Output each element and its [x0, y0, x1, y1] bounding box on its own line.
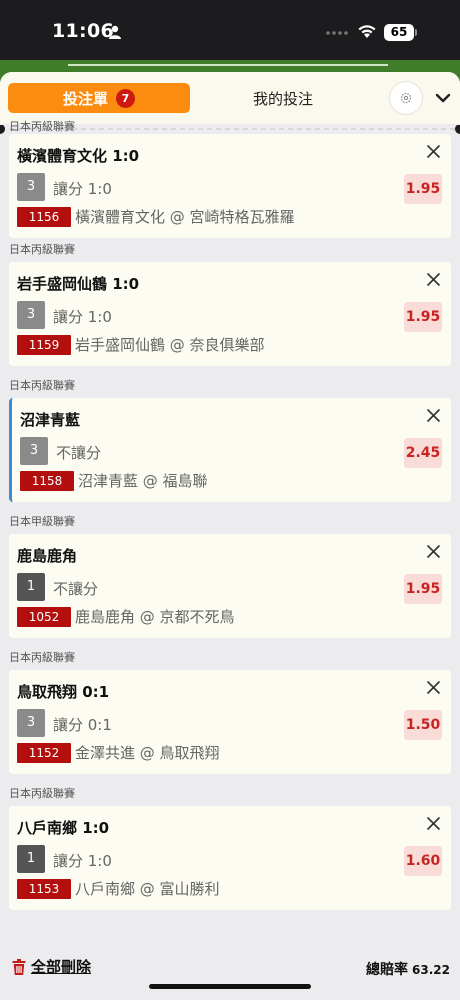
league-label: 日本丙級聯賽 [9, 379, 75, 392]
total-odds-label: 總賠率 [366, 962, 409, 978]
bet-title: 鳥取飛翔 0:1 [17, 683, 110, 701]
close-icon[interactable] [426, 408, 441, 423]
bet-number-badge: 3 [20, 437, 48, 465]
bet-number-badge: 3 [17, 173, 45, 201]
bet-title: 鹿島鹿角 [17, 547, 78, 565]
bet-card-active: 沼津青藍 3 不讓分 1158 沼津青藍 @ 福島聯 2.45 [9, 398, 451, 502]
league-label: 日本丙級聯賽 [9, 787, 75, 800]
bet-slip-panel: 投注單 7 我的投注 日本丙級聯賽 橫濱體育文化 1:0 3 讓分 1:0 1 1 [0, 72, 460, 1000]
person-icon [109, 25, 121, 39]
odds-value[interactable]: 2.45 [404, 438, 442, 468]
delete-all-label: 全部刪除 [31, 958, 92, 976]
match-code: 1152 [17, 743, 71, 763]
bet-title: 八戶南鄉 1:0 [17, 819, 110, 837]
league-label: 日本甲級聯賽 [9, 515, 75, 528]
close-icon[interactable] [426, 680, 441, 695]
bet-market: 不讓分 [53, 580, 99, 598]
wifi-icon [358, 25, 376, 38]
bet-card: 岩手盛岡仙鶴 1:0 3 讓分 1:0 1159 岩手盛岡仙鶴 @ 奈良俱樂部 … [9, 262, 451, 366]
bet-market: 讓分 1:0 [53, 308, 112, 326]
settings-icon [400, 92, 412, 104]
match-code: 1052 [17, 607, 71, 627]
total-odds-value: 63.22 [412, 963, 450, 977]
bet-number-badge: 1 [17, 573, 45, 601]
league-label: 日本丙級聯賽 [9, 651, 75, 664]
panel-header: 投注單 7 我的投注 [0, 72, 460, 124]
bet-card: 鹿島鹿角 1 不讓分 1052 鹿島鹿角 @ 京都不死鳥 1.95 [9, 534, 451, 638]
bet-number-badge: 1 [17, 845, 45, 873]
delete-all-button[interactable]: 全部刪除 [12, 956, 91, 977]
match-code: 1159 [17, 335, 71, 355]
close-icon[interactable] [426, 144, 441, 159]
status-time: 11:06 [52, 20, 114, 42]
bet-market: 讓分 1:0 [53, 180, 112, 198]
bet-selection: 八戶南鄉 @ 富山勝利 [75, 880, 220, 898]
bet-title: 橫濱體育文化 1:0 [17, 147, 140, 165]
bet-selection: 鹿島鹿角 @ 京都不死鳥 [75, 608, 235, 626]
home-indicator [149, 984, 311, 989]
bet-market: 讓分 1:0 [53, 852, 112, 870]
bet-title: 岩手盛岡仙鶴 1:0 [17, 275, 140, 293]
odds-value[interactable]: 1.50 [404, 710, 442, 740]
odds-value[interactable]: 1.95 [404, 174, 442, 204]
tab-bet-slip[interactable]: 投注單 7 [8, 83, 190, 113]
match-code: 1156 [17, 207, 71, 227]
odds-value[interactable]: 1.60 [404, 846, 442, 876]
bet-selection: 沼津青藍 @ 福島聯 [78, 472, 208, 490]
bet-card: 橫濱體育文化 1:0 3 讓分 1:0 1156 橫濱體育文化 @ 宮崎特格瓦雅… [9, 134, 451, 238]
match-code: 1153 [17, 879, 71, 899]
bet-title: 沼津青藍 [20, 411, 81, 429]
battery-indicator: 65 [384, 24, 417, 41]
bet-count-badge: 7 [116, 88, 135, 108]
bet-selection: 橫濱體育文化 @ 宮崎特格瓦雅羅 [75, 208, 295, 226]
bet-number-badge: 3 [17, 709, 45, 737]
settings-button[interactable] [390, 82, 422, 114]
close-icon[interactable] [426, 272, 441, 287]
odds-value[interactable]: 1.95 [404, 574, 442, 604]
close-icon[interactable] [426, 816, 441, 831]
league-label: 日本丙級聯賽 [9, 243, 75, 256]
bet-selection: 金澤共進 @ 鳥取飛翔 [75, 744, 220, 762]
bet-card: 八戶南鄉 1:0 1 讓分 1:0 1153 八戶南鄉 @ 富山勝利 1.60 [9, 806, 451, 910]
bet-card: 鳥取飛翔 0:1 3 讓分 0:1 1152 金澤共進 @ 鳥取飛翔 1.50 [9, 670, 451, 774]
bet-selection: 岩手盛岡仙鶴 @ 奈良俱樂部 [75, 336, 265, 354]
bet-number-badge: 3 [17, 301, 45, 329]
pitch-line [68, 64, 388, 66]
league-label: 日本丙級聯賽 [9, 120, 75, 133]
trash-icon [12, 958, 26, 975]
tab-my-bets[interactable]: 我的投注 [200, 83, 366, 113]
bet-slip-footer: 全部刪除 總賠率 63.22 [0, 946, 460, 1000]
bet-market: 讓分 0:1 [53, 716, 112, 734]
match-code: 1158 [20, 471, 74, 491]
close-icon[interactable] [426, 544, 441, 559]
odds-value[interactable]: 1.95 [404, 302, 442, 332]
signal-dots-icon [326, 31, 348, 35]
total-odds: 總賠率 63.22 [366, 959, 450, 979]
bet-market: 不讓分 [56, 444, 102, 462]
tab-bet-slip-label: 投注單 [62, 89, 108, 108]
status-bar: 11:06 65 [0, 0, 460, 66]
tab-my-bets-label: 我的投注 [252, 89, 313, 108]
chevron-down-icon[interactable] [434, 89, 452, 107]
